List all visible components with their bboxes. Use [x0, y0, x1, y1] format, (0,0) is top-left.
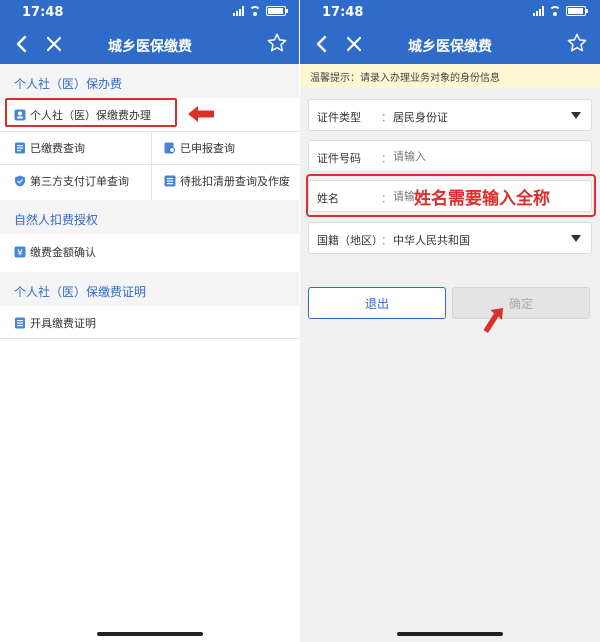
phone-screen-menu: 17:48 城乡医保缴费 个人社（医）保办费 个人社（医）保缴费办理 已缴费查询…: [0, 0, 300, 642]
money-icon: ¥: [14, 246, 26, 258]
home-indicator: [97, 632, 203, 636]
menu-item-pending-batch[interactable]: 待批扣清册查询及作废: [164, 173, 290, 189]
field-value: 居民身份证: [393, 111, 448, 124]
field-value: 中华人民共和国: [393, 234, 470, 247]
dropdown-arrow-icon: [571, 112, 581, 119]
row-divider: [0, 164, 300, 165]
status-icons: [533, 6, 588, 16]
menu-item-issue-certificate[interactable]: 开具缴费证明: [14, 315, 96, 331]
menu-item-label: 第三方支付订单查询: [30, 175, 129, 188]
field-colon: ：: [381, 234, 392, 247]
shield-icon: [15, 175, 25, 187]
svg-text:¥: ¥: [17, 249, 23, 259]
star-icon[interactable]: [266, 32, 288, 54]
section-title-payment: 个人社（医）保办费: [14, 77, 123, 91]
cert-number-input[interactable]: [393, 150, 533, 163]
menu-item-amount-confirm[interactable]: ¥ 缴费金额确认: [14, 244, 96, 260]
status-time: 17:48: [322, 5, 364, 20]
field-label: 证件类型: [317, 111, 361, 124]
confirm-button[interactable]: 确定: [452, 287, 590, 319]
phone-screen-form: 17:48 城乡医保缴费 温馨提示：请录入办理业务对象的身份信息 证件类型 ： …: [300, 0, 600, 642]
signal-icon: [533, 6, 544, 16]
star-icon[interactable]: [566, 32, 588, 54]
dropdown-arrow-icon: [571, 235, 581, 242]
menu-item-label: 已申报查询: [180, 142, 235, 155]
exit-button[interactable]: 退出: [308, 287, 446, 319]
red-arrow-left-icon: [188, 106, 214, 122]
row-divider: [0, 131, 300, 132]
notice-banner: 温馨提示：请录入办理业务对象的身份信息: [300, 64, 600, 88]
column-divider: [151, 132, 152, 200]
menu-item-third-party-query[interactable]: 第三方支付订单查询: [14, 173, 129, 189]
row-divider: [0, 338, 300, 339]
name-annotation: 姓名需要输入全称: [414, 184, 550, 209]
page-title: 城乡医保缴费: [108, 39, 192, 55]
menu-item-paid-query[interactable]: 已缴费查询: [14, 140, 85, 156]
certificate-icon: [15, 317, 25, 329]
nationality-select[interactable]: 国籍（地区） ： 中华人民共和国: [308, 222, 592, 254]
battery-icon: [566, 6, 588, 16]
section-title-certificate: 个人社（医）保缴费证明: [14, 285, 147, 299]
menu-item-declared-query[interactable]: 已申报查询: [164, 140, 235, 156]
battery-icon: [266, 6, 288, 16]
app-header: 17:48 城乡医保缴费: [300, 0, 600, 64]
wifi-icon: [249, 6, 261, 16]
menu-item-label: 开具缴费证明: [30, 317, 96, 330]
home-indicator: [397, 632, 503, 636]
field-colon: ：: [381, 152, 392, 165]
menu-item-label: 待批扣清册查询及作废: [180, 175, 290, 188]
field-label: 证件号码: [317, 152, 361, 165]
signal-icon: [233, 6, 244, 16]
red-arrow-up-icon: [483, 308, 503, 333]
wifi-icon: [549, 6, 561, 16]
list-icon: [164, 175, 176, 187]
cert-number-field[interactable]: 证件号码 ：: [308, 140, 592, 172]
status-icons: [233, 6, 288, 16]
document-icon: [15, 142, 25, 154]
app-header: 17:48 城乡医保缴费: [0, 0, 300, 64]
status-time: 17:48: [22, 5, 64, 20]
search-document-icon: [164, 142, 175, 154]
page-title: 城乡医保缴费: [408, 39, 492, 55]
highlight-box-personal-payment: [5, 98, 177, 127]
menu-item-label: 已缴费查询: [30, 142, 85, 155]
cert-type-select[interactable]: 证件类型 ： 居民身份证: [308, 99, 592, 131]
field-colon: ：: [381, 111, 392, 124]
section-title-authorization: 自然人扣费授权: [14, 213, 99, 227]
menu-item-label: 缴费金额确认: [30, 246, 96, 259]
field-label: 国籍（地区）: [317, 234, 383, 247]
